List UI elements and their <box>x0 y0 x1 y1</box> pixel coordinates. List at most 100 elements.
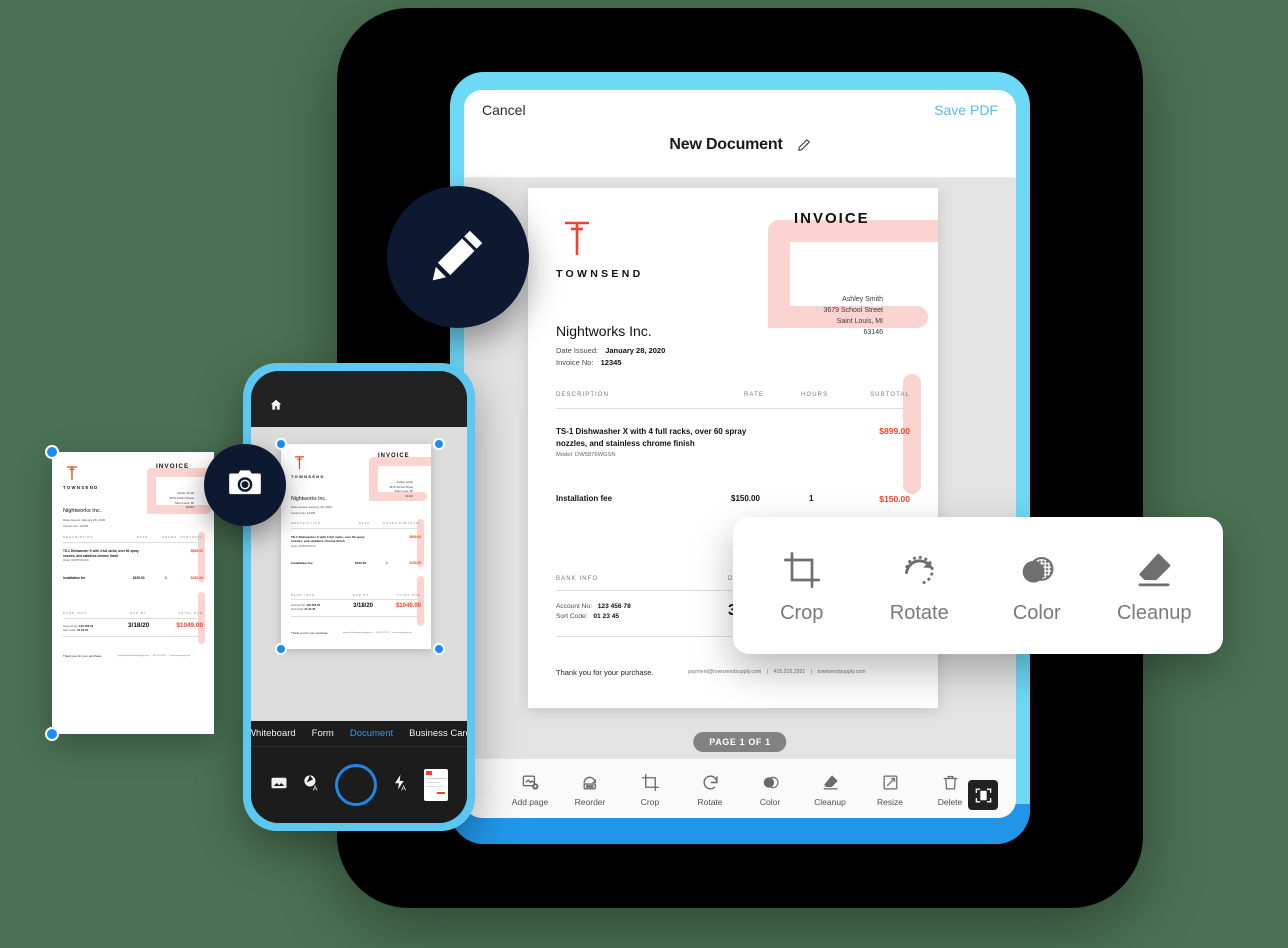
sort-code-label: Sort Code: <box>556 613 588 620</box>
bank-details: Account No: 123 456 78 Sort Code: 01 23 … <box>556 602 631 622</box>
panel-label: Cleanup <box>1116 602 1192 624</box>
col-description: DESCRIPTION <box>556 392 610 398</box>
recipient-address: Ashley Smith 3679 School Street Saint Lo… <box>823 294 883 338</box>
item-subtotal: $899.00 <box>879 426 910 436</box>
date-issued-value: January 28, 2020 <box>81 518 106 522</box>
client-name: Nightworks Inc. <box>556 323 652 339</box>
cancel-button[interactable]: Cancel <box>482 102 526 118</box>
item-rate: $150.00 <box>355 561 367 565</box>
due-by-label: DUE BY <box>353 594 370 597</box>
document-page[interactable]: TOWNSEND INVOICE Nightworks Inc. Date Is… <box>281 444 431 649</box>
tab-form[interactable]: Form <box>312 728 334 739</box>
toolbar-label: Reorder <box>574 797 606 807</box>
scan-document-icon[interactable] <box>968 780 998 810</box>
toolbar-cleanup-button[interactable]: Cleanup <box>800 770 860 807</box>
page-indicator-badge: PAGE 1 OF 1 <box>693 732 787 752</box>
item-model: Model: DW5876WGSN <box>556 452 616 458</box>
home-icon[interactable] <box>269 398 283 417</box>
invoice-no-value: 12345 <box>306 510 316 515</box>
townsend-t-logo <box>65 465 79 487</box>
floating-edit-tool-panel: Crop Rotate Color Cleanup <box>733 517 1223 654</box>
recipient-zip: 63146 <box>405 493 413 498</box>
left-document-card[interactable]: TOWNSEND INVOICE Nightworks Inc. Date Is… <box>45 445 214 741</box>
phone-screen: TOWNSEND INVOICE Nightworks Inc. Date Is… <box>251 371 467 823</box>
summary-divider-top <box>291 599 421 600</box>
phone-camera-controls: A A <box>251 747 467 823</box>
col-hours: HOURS <box>801 392 829 398</box>
item-description: Installation fee <box>556 494 613 503</box>
due-date-value: 3/18/20 <box>353 603 374 609</box>
col-subtotal: SUBTOTAL <box>870 392 910 398</box>
add-page-icon <box>500 770 560 794</box>
total-due-label: TOTAL DUE <box>178 612 203 615</box>
tab-whiteboard[interactable]: Whiteboard <box>251 728 296 739</box>
panel-label: Crop <box>780 602 824 624</box>
invoice-no-row: Invoice No: 12345 <box>63 524 88 528</box>
invoice-heading: INVOICE <box>156 463 190 470</box>
crop-handle-bottom-left[interactable] <box>275 643 287 655</box>
client-name: Nightworks Inc. <box>291 496 327 502</box>
account-no-value: 123 456 78 <box>306 604 320 607</box>
table-row: TS-1 Dishwasher X with 4 full racks, ove… <box>556 426 756 458</box>
col-subtotal: SUBTOTAL <box>180 536 203 539</box>
recipient-address: Ashley Smith 3679 School Street Saint Lo… <box>169 491 194 510</box>
shutter-button[interactable] <box>335 764 377 806</box>
bank-info-label: BANK INFO <box>291 594 315 597</box>
toolbar-label: Crop <box>640 797 660 807</box>
reorder-icon <box>560 770 620 794</box>
toolbar-reorder-button[interactable]: Reorder <box>560 770 620 807</box>
toolbar-label: Rotate <box>697 797 723 807</box>
crop-handle-top-left[interactable] <box>275 438 287 450</box>
recipient-zip: 63146 <box>863 329 883 336</box>
panel-cleanup-button[interactable]: Cleanup <box>1099 546 1209 625</box>
panel-color-button[interactable]: Color <box>982 546 1092 625</box>
toolbar-color-button[interactable]: Color <box>740 770 800 807</box>
table-row: Installation fee $150.00 1 $150.00 <box>291 561 421 567</box>
sort-code-value: 01 23 45 <box>304 608 316 611</box>
total-due-value: $1049.00 <box>176 622 203 629</box>
crop-handle-top-left[interactable] <box>45 445 59 459</box>
toolbar-resize-button[interactable]: Resize <box>860 770 920 807</box>
last-capture-thumbnail[interactable] <box>424 769 448 801</box>
flash-auto-icon[interactable]: A <box>391 773 410 797</box>
table-divider-top <box>556 408 910 409</box>
total-due-label: TOTAL DUE <box>396 594 421 597</box>
save-pdf-button[interactable]: Save PDF <box>934 102 998 118</box>
account-no-label: Account No: <box>556 603 592 610</box>
date-issued-value: January 28, 2020 <box>308 505 332 509</box>
invoice-document: TOWNSEND INVOICE Nightworks Inc. Date Is… <box>281 444 431 649</box>
invoice-no-value: 12345 <box>79 524 88 528</box>
crop-handle-bottom-right[interactable] <box>433 643 445 655</box>
item-description: Installation fee <box>291 561 313 565</box>
recipient-city: Saint Louis, MI <box>836 318 883 325</box>
brand-name: TOWNSEND <box>291 474 325 479</box>
table-divider-top <box>63 542 203 543</box>
contact-phone: 415.215.2921 <box>152 654 167 657</box>
contact-email: payment@townsendsupply.com <box>118 654 149 657</box>
resize-icon <box>860 770 920 794</box>
summary-divider-top <box>63 618 203 619</box>
toolbar-rotate-button[interactable]: Rotate <box>680 770 740 807</box>
date-issued-label: Date Issued: <box>291 505 308 509</box>
table-row: Installation fee $150.00 1 $150.00 <box>63 576 203 582</box>
pencil-icon[interactable] <box>797 138 811 152</box>
panel-rotate-button[interactable]: Rotate <box>864 546 974 625</box>
auto-filter-icon[interactable]: A <box>302 773 321 797</box>
recipient-address: Ashley Smith 3679 School Street Saint Lo… <box>389 480 413 498</box>
gallery-icon[interactable] <box>270 774 288 797</box>
panel-crop-button[interactable]: Crop <box>747 546 857 625</box>
tablet-document-canvas[interactable]: TOWNSEND INVOICE Nightworks Inc. Date Is… <box>464 178 1016 758</box>
toolbar-add-page-button[interactable]: Add page <box>500 770 560 807</box>
invoice-document: TOWNSEND INVOICE Nightworks Inc. Date Is… <box>52 452 214 734</box>
toolbar-crop-button[interactable]: Crop <box>620 770 680 807</box>
item-description: TS-1 Dishwasher X with 4 full racks, ove… <box>556 427 747 448</box>
item-subtotal: $899.00 <box>190 549 203 553</box>
document-title-row: New Document <box>464 136 1016 154</box>
tab-business-card[interactable]: Business Card <box>409 728 467 739</box>
pencil-icon <box>427 224 489 291</box>
col-rate: RATE <box>744 392 764 398</box>
table-row: TS-1 Dishwasher X with 4 full racks, ove… <box>63 549 143 562</box>
tab-document[interactable]: Document <box>350 728 393 739</box>
crop-handle-bottom-left[interactable] <box>45 727 59 741</box>
crop-handle-top-right[interactable] <box>433 438 445 450</box>
